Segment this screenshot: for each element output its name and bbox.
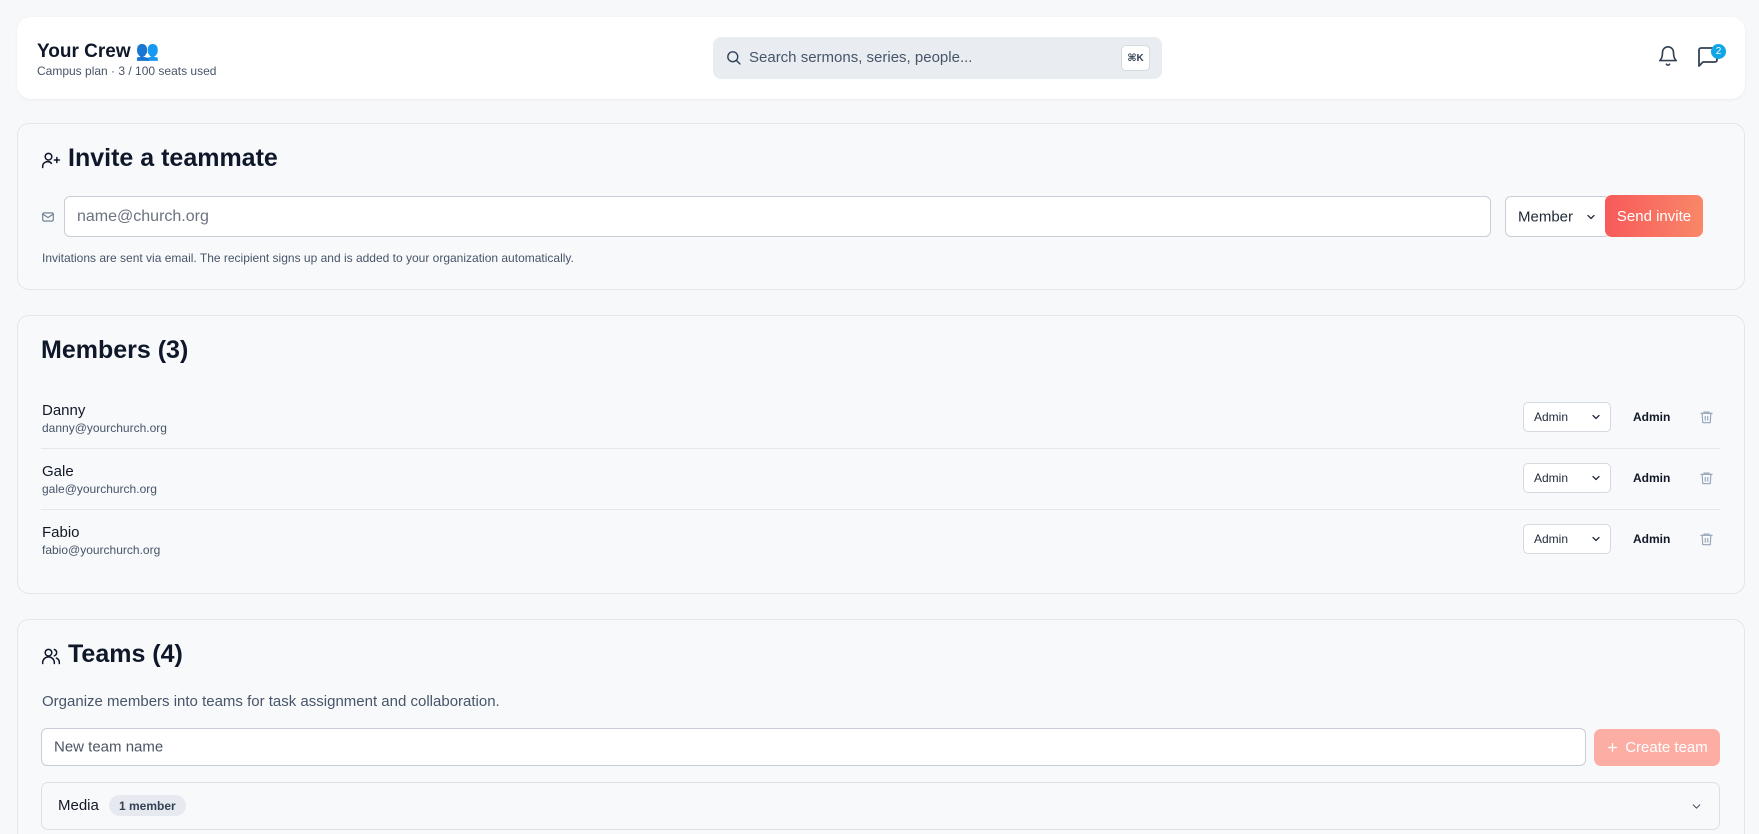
users-icon: [41, 648, 61, 665]
search-placeholder: Search sermons, series, people...: [749, 49, 973, 66]
chevron-down-icon: [1592, 475, 1600, 481]
plan-summary: Campus plan · 3 / 100 seats used: [37, 64, 217, 78]
row-divider: [41, 448, 1720, 449]
invite-email-input[interactable]: name@church.org: [64, 196, 1491, 237]
create-team-button[interactable]: Create team: [1594, 729, 1720, 766]
new-team-placeholder: New team name: [54, 738, 164, 756]
invite-title: Invite a teammate: [68, 144, 278, 172]
member-role-select[interactable]: Admin: [1523, 402, 1611, 432]
member-role-select[interactable]: Admin: [1523, 524, 1611, 554]
member-name: Fabio: [42, 524, 80, 541]
search-shortcut: ⌘K: [1121, 45, 1150, 71]
search-icon: [727, 51, 741, 65]
teams-title: Teams (4): [68, 640, 183, 668]
member-email: fabio@yourchurch.org: [42, 543, 161, 557]
trash-icon[interactable]: [1699, 470, 1714, 486]
chevron-down-icon: [1587, 214, 1595, 219]
chevron-down-icon: [1592, 536, 1600, 542]
team-row[interactable]: Media 1 member: [41, 782, 1720, 830]
new-team-input[interactable]: New team name: [41, 728, 1586, 766]
row-divider: [41, 509, 1720, 510]
chevron-down-icon[interactable]: [1690, 800, 1703, 813]
create-team-label: Create team: [1625, 739, 1708, 756]
member-role-select-value: Admin: [1534, 532, 1569, 546]
send-invite-button[interactable]: Send invite: [1605, 195, 1703, 237]
team-member-count: 1 member: [109, 795, 186, 816]
chevron-down-icon: [1592, 414, 1600, 420]
trash-icon[interactable]: [1699, 409, 1714, 425]
notification-badge: 2: [1711, 44, 1726, 59]
members-title: Members (3): [41, 336, 189, 364]
member-role-select-value: Admin: [1534, 471, 1569, 485]
member-role-select-value: Admin: [1534, 410, 1569, 424]
page-title: Your Crew 👥: [37, 41, 160, 62]
mail-icon: [42, 212, 54, 222]
member-role: Admin: [1633, 410, 1671, 424]
invite-role-value: Member: [1518, 208, 1574, 225]
member-email: danny@yourchurch.org: [42, 421, 167, 435]
member-role-select[interactable]: Admin: [1523, 463, 1611, 493]
teams-description: Organize members into teams for task ass…: [42, 693, 500, 710]
top-bar: Your Crew 👥 Campus plan · 3 / 100 seats …: [17, 17, 1745, 99]
member-role: Admin: [1633, 471, 1671, 485]
members-card: [17, 315, 1745, 594]
trash-icon[interactable]: [1699, 531, 1714, 547]
user-plus-icon: [41, 152, 61, 169]
member-name: Gale: [42, 463, 74, 480]
plus-icon: [1608, 743, 1618, 752]
member-role: Admin: [1633, 532, 1671, 546]
email-placeholder: name@church.org: [77, 207, 209, 225]
bell-icon[interactable]: [1657, 45, 1679, 67]
team-name: Media: [58, 797, 99, 814]
invite-note: Invitations are sent via email. The reci…: [42, 251, 574, 265]
member-email: gale@yourchurch.org: [42, 482, 157, 496]
search-bar[interactable]: Search sermons, series, people... ⌘K: [713, 37, 1162, 79]
invite-role-select[interactable]: Member: [1505, 196, 1610, 237]
member-name: Danny: [42, 402, 86, 419]
